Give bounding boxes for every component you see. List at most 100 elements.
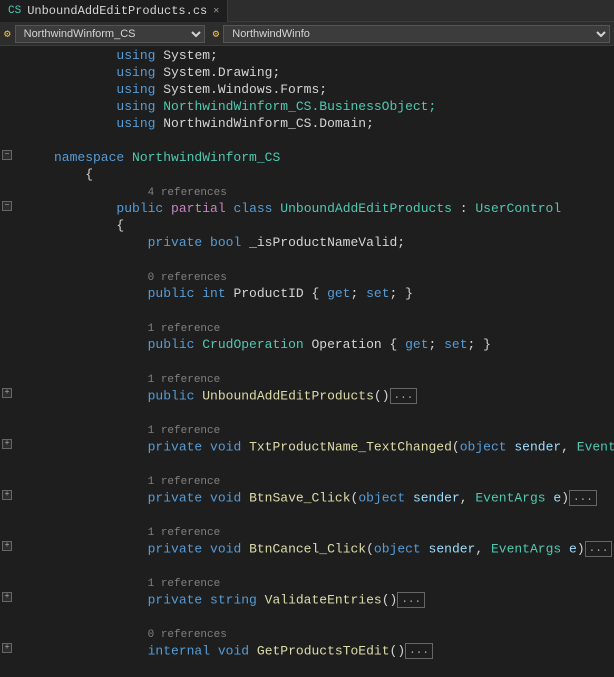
code-token: , (475, 541, 491, 556)
code-token: _isProductNameValid; (241, 235, 405, 250)
code-token: ) (577, 541, 585, 556)
line-code: using NorthwindWinform_CS.Domain; (50, 116, 614, 131)
code-token (163, 201, 171, 216)
line-code: using System.Windows.Forms; (50, 82, 614, 97)
tab-icon: CS (8, 5, 21, 17)
code-token: , (561, 439, 577, 454)
code-token: { (85, 167, 93, 182)
code-token: UserControl (475, 201, 561, 216)
expand-button[interactable]: + (2, 643, 12, 653)
line-code: 1 reference (50, 524, 614, 539)
line-code: private void BtnCancel_Click(object send… (50, 541, 614, 557)
fold-column: + (0, 592, 14, 602)
collapsed-indicator[interactable]: ... (405, 643, 433, 659)
code-token: private (148, 235, 203, 250)
code-token (257, 592, 265, 607)
code-token: get (405, 337, 428, 352)
line-code: 4 references (50, 184, 614, 199)
expand-button[interactable]: + (2, 592, 12, 602)
code-token: UnboundAddEditProducts (202, 388, 374, 403)
code-line (0, 609, 614, 626)
line-code: namespace NorthwindWinform_CS (50, 150, 614, 165)
code-token: ProductID { (226, 286, 327, 301)
collapse-button[interactable]: − (2, 150, 12, 160)
code-line: + private void TxtProductName_TextChange… (0, 439, 614, 456)
code-token: namespace (54, 150, 124, 165)
collapsed-indicator[interactable]: ... (585, 541, 613, 557)
file-icon: ⚙ (4, 27, 11, 41)
code-token: string (210, 592, 257, 607)
code-line: − public partial class UnboundAddEditPro… (0, 201, 614, 218)
code-line: private bool _isProductNameValid; (0, 235, 614, 252)
code-token: using (116, 99, 155, 114)
expand-button[interactable]: + (2, 541, 12, 551)
member-dropdown[interactable]: NorthwindWinfo (223, 25, 610, 43)
code-token: ; (429, 337, 445, 352)
code-token (202, 592, 210, 607)
expand-button[interactable]: + (2, 388, 12, 398)
code-token (202, 439, 210, 454)
line-code: private bool _isProductNameValid; (50, 235, 614, 250)
line-code: public UnboundAddEditProducts()... (50, 388, 614, 404)
collapse-button[interactable]: − (2, 201, 12, 211)
code-line (0, 405, 614, 422)
code-token: System.Windows.Forms; (155, 82, 327, 97)
code-token: 1 reference (148, 476, 221, 488)
code-token (405, 490, 413, 505)
fold-column: − (0, 150, 14, 160)
line-code: 1 reference (50, 320, 614, 335)
code-token: NorthwindWinform_CS.BusinessObject; (155, 99, 436, 114)
code-line: 1 reference (0, 422, 614, 439)
code-line: using NorthwindWinform_CS.Domain; (0, 116, 614, 133)
code-token: using (116, 116, 155, 131)
tab-close-button[interactable]: ✕ (213, 5, 219, 17)
code-token: public (148, 388, 195, 403)
line-code: 1 reference (50, 422, 614, 437)
code-token: using (116, 65, 155, 80)
code-token: internal (148, 643, 210, 658)
code-token: using (116, 48, 155, 63)
code-token (561, 541, 569, 556)
title-bar: CS UnboundAddEditProducts.cs ✕ (0, 0, 614, 22)
code-token: 1 reference (148, 578, 221, 590)
line-code: using NorthwindWinform_CS.BusinessObject… (50, 99, 614, 114)
code-token (421, 541, 429, 556)
code-token: public (116, 201, 163, 216)
code-line (0, 252, 614, 269)
code-token: object (358, 490, 405, 505)
fold-column: + (0, 643, 14, 653)
expand-button[interactable]: + (2, 490, 12, 500)
collapsed-indicator[interactable]: ... (569, 490, 597, 506)
code-line: 0 references (0, 269, 614, 286)
code-line: { (0, 218, 614, 235)
code-token: BtnCancel_Click (249, 541, 366, 556)
line-code: private string ValidateEntries()... (50, 592, 614, 608)
line-code: 0 references (50, 269, 614, 284)
code-area: using System; using System.Drawing; usin… (0, 46, 614, 677)
fold-column: + (0, 541, 14, 551)
active-tab[interactable]: CS UnboundAddEditProducts.cs ✕ (0, 0, 228, 22)
code-token: private (148, 541, 203, 556)
code-line: 1 reference (0, 524, 614, 541)
line-code: public int ProductID { get; set; } (50, 286, 614, 301)
code-token: ; } (390, 286, 413, 301)
code-line: using NorthwindWinform_CS.BusinessObject… (0, 99, 614, 116)
code-token: NorthwindWinform_CS.Domain; (155, 116, 373, 131)
line-margin: − (0, 150, 50, 160)
code-token: () (382, 592, 398, 607)
code-line (0, 456, 614, 473)
file-dropdown[interactable]: NorthwindWinform_CS (15, 25, 205, 43)
code-line: 0 references (0, 626, 614, 643)
code-token: EventArgs (475, 490, 545, 505)
code-token: System.Drawing; (155, 65, 280, 80)
code-token: 1 reference (148, 527, 221, 539)
collapsed-indicator[interactable]: ... (390, 388, 418, 404)
code-token: partial (171, 201, 226, 216)
code-token: private (148, 490, 203, 505)
line-code: public partial class UnboundAddEditProdu… (50, 201, 614, 216)
code-line: using System; (0, 48, 614, 65)
code-token (202, 541, 210, 556)
code-token: void (210, 490, 241, 505)
expand-button[interactable]: + (2, 439, 12, 449)
collapsed-indicator[interactable]: ... (397, 592, 425, 608)
